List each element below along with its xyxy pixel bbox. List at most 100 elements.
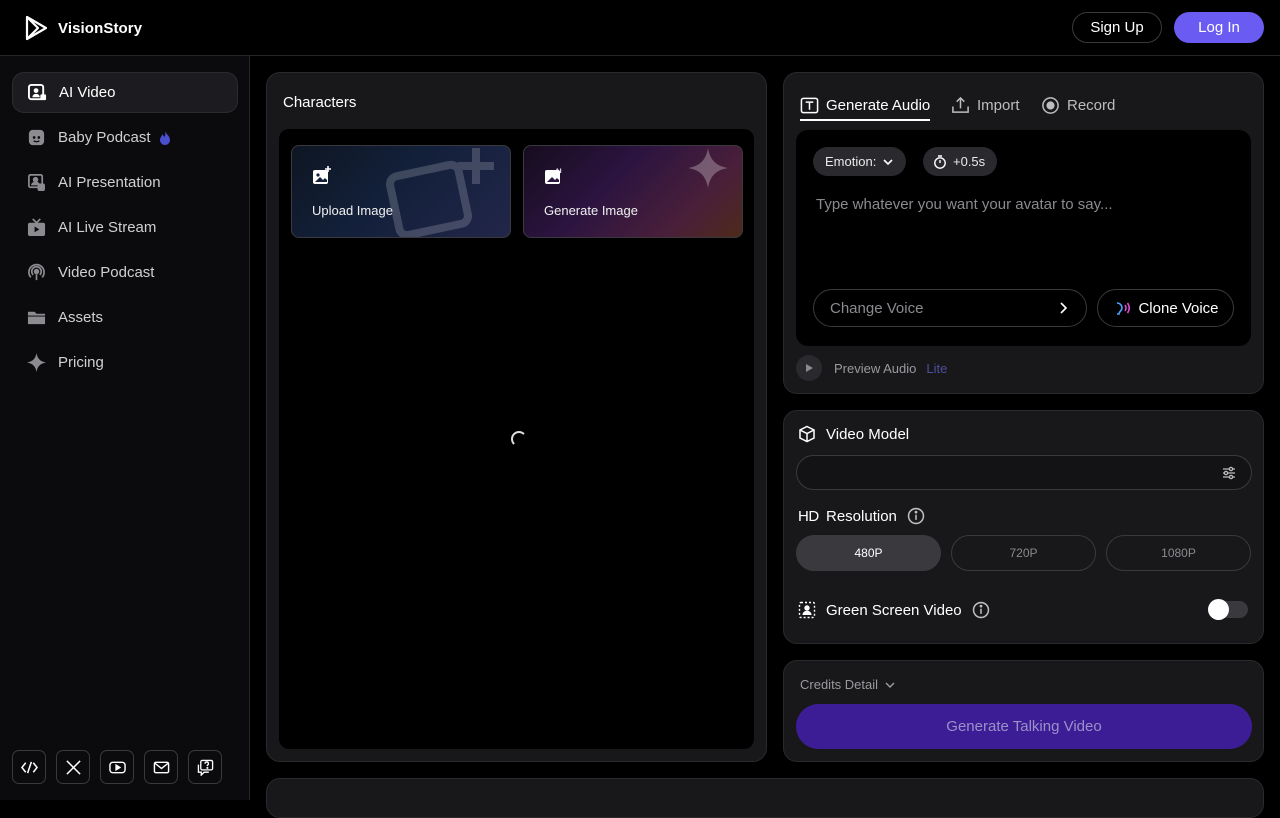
user-video-icon [27,83,47,103]
emotion-dropdown[interactable]: Emotion: [813,147,907,176]
sidebar-item-label: Assets [58,309,104,326]
sidebar-item-label: AI Live Stream [58,219,157,236]
sidebar-item-assets[interactable]: Assets [12,297,238,338]
sidebar-item-label: AI Video [59,84,116,101]
cube-icon [799,425,815,443]
script-text-input[interactable]: Type whatever you want your avatar to sa… [816,196,1113,213]
bottom-panel [266,778,1264,818]
upload-image-card[interactable]: Upload Image [291,145,511,238]
baby-face-icon [26,128,46,148]
sidebar-item-label: Baby Podcast [58,129,151,146]
green-screen-icon [798,601,816,619]
info-icon[interactable] [907,507,925,525]
sidebar-item-baby-podcast[interactable]: Baby Podcast [12,117,238,158]
tab-record[interactable]: Record [1041,91,1115,119]
characters-title: Characters [283,94,357,111]
upload-image-label: Upload Image [312,203,393,218]
top-header: VisionStory Sign Up Log In [0,0,1280,56]
sidebar-item-label: AI Presentation [58,174,161,191]
sidebar-item-ai-live-stream[interactable]: AI Live Stream [12,207,238,248]
script-editor: Emotion: +0.5s Type whatever you want yo… [796,130,1251,346]
generate-image-card[interactable]: AI Generate Image [523,145,743,238]
code-icon [20,761,38,773]
hd-icon: HD [798,507,819,525]
timer-icon [934,154,946,169]
tab-generate-audio[interactable]: Generate Audio [800,91,931,121]
change-voice-placeholder: Change Voice [830,299,924,317]
sliders-icon [1223,466,1235,480]
youtube-button[interactable] [100,750,134,784]
loading-spinner [511,431,527,447]
generate-talking-video-button[interactable]: Generate Talking Video [796,704,1252,749]
x-button[interactable] [56,750,90,784]
tab-label: Generate Audio [826,96,931,114]
sparkle-icon [26,353,46,373]
audio-panel: Generate Audio Import Record Emotion: +0… [783,72,1264,394]
credits-detail-label: Credits Detail [800,677,879,692]
change-voice-field[interactable]: Change Voice [813,289,1087,327]
code-button[interactable] [12,750,46,784]
emotion-label: Emotion: [825,154,877,169]
tv-icon [26,218,46,238]
clone-voice-label: Clone Voice [1138,299,1219,317]
mail-button[interactable] [144,750,178,784]
sidebar-item-ai-video[interactable]: AI Video [12,72,238,113]
toggle-knob [1208,599,1229,620]
credits-panel: Credits Detail Generate Talking Video [783,660,1264,762]
sign-up-button[interactable]: Sign Up [1072,12,1162,43]
characters-gallery: Upload Image AI Generate Image [279,129,754,749]
presentation-icon [26,173,46,193]
chevron-down-icon [883,158,893,165]
image-upload-icon [313,166,331,184]
text-t-icon [800,97,819,113]
tab-label: Import [977,96,1020,114]
svg-text:AI: AI [555,168,562,175]
resolution-480p-button[interactable]: 480P [796,535,941,571]
lite-badge: Lite [926,360,948,376]
video-settings-panel: Video Model HD Resolution 480P 720P 1080… [783,410,1264,644]
folder-icon [26,308,46,328]
ai-image-icon: AI [545,168,562,184]
chevron-right-icon [1060,302,1068,314]
pause-label: +0.5s [953,154,986,169]
video-model-select[interactable] [796,455,1252,490]
brand-name: VisionStory [58,19,143,37]
resolution-heading: HD Resolution [798,507,925,525]
info-icon[interactable] [972,601,990,619]
credits-detail-toggle[interactable]: Credits Detail [800,677,896,692]
x-icon [65,759,81,775]
help-chat-icon [197,759,213,776]
generate-image-label: Generate Image [544,203,638,218]
pause-chip[interactable]: +0.5s [923,147,998,176]
help-button[interactable] [188,750,222,784]
green-screen-label: Green Screen Video [826,601,962,619]
resolution-1080p-button[interactable]: 1080P [1106,535,1251,571]
sidebar-item-pricing[interactable]: Pricing [12,342,238,383]
preview-audio-row[interactable]: Preview Audio Lite [796,355,947,381]
video-model-title: Video Model [826,425,910,443]
sidebar-item-label: Video Podcast [58,264,155,281]
brand-logo[interactable]: VisionStory [24,14,142,42]
upload-icon [952,96,969,113]
image-plus-decor-icon [386,148,494,237]
play-icon[interactable] [796,355,822,381]
clone-voice-button[interactable]: Clone Voice [1097,289,1234,327]
record-icon [1042,96,1059,114]
log-in-button[interactable]: Log In [1174,12,1264,43]
podcast-icon [26,263,46,283]
green-screen-toggle[interactable] [1208,599,1248,620]
youtube-icon [108,761,126,773]
sidebar-item-ai-presentation[interactable]: AI Presentation [12,162,238,203]
preview-audio-label: Preview Audio [834,360,917,376]
sidebar-item-video-podcast[interactable]: Video Podcast [12,252,238,293]
characters-panel: Characters Upload Image AI Generate Imag… [266,72,767,762]
sidebar: AI Video Baby Podcast AI Presentation AI… [0,56,250,800]
visionstory-logo-icon [25,15,48,41]
resolution-720p-button[interactable]: 720P [951,535,1096,571]
resolution-title: Resolution [826,507,897,525]
chevron-down-icon [885,681,895,688]
green-screen-heading: Green Screen Video [798,601,990,619]
tab-import[interactable]: Import [951,91,1020,119]
sparkle-decor-icon [688,148,728,188]
voice-wave-icon [1117,302,1131,315]
